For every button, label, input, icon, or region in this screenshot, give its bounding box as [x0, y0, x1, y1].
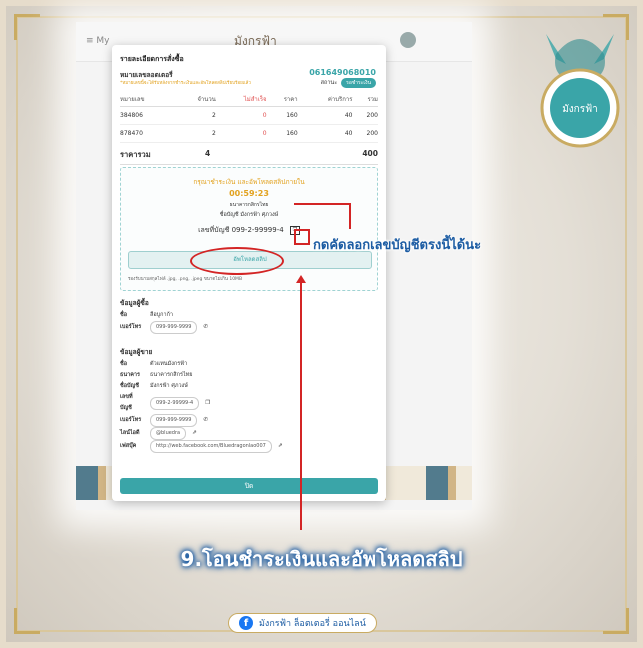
seller-name-label: ชื่อ — [120, 361, 128, 367]
account-name-label: ชื่อบัญชี — [219, 212, 239, 218]
account-number-label: เลขที่บัญชี — [198, 226, 230, 234]
buyer-section: ข้อมูลผู้ซื้อ ชื่อ ลือบูกาก้า เบอร์โทร 099… — [120, 298, 208, 334]
account-name: ชื่อบัญชี มังกรฟ้า ศุภวงษ์ — [121, 211, 377, 219]
order-table: หมายเลข จำนวน ไม่สำเร็จ ราคา ค่าบริการ ร… — [120, 92, 378, 143]
buyer-phone-label: เบอร์โทร — [120, 324, 142, 330]
countdown-timer: 00:59:23 — [229, 189, 269, 198]
col-total: รวม — [352, 92, 378, 107]
cell-failed: 0 — [215, 106, 267, 125]
col-failed: ไม่สำเร็จ — [215, 92, 267, 107]
account-number-value: 099-2-99999-4 — [231, 226, 284, 234]
cell-total: 200 — [352, 124, 378, 143]
seller-fb: http://web.facebook.com/Bluedragonlao007 — [150, 440, 272, 453]
seller-acno: 099-2-99999-4 — [150, 396, 200, 410]
footer-badge: f มังกรฟ้า ล็อตเตอรี่ ออนไลน์ — [228, 613, 377, 633]
step-caption: 9.โอนชำระเงินและอัพโหลดสลิป — [180, 547, 463, 571]
corner-ornament — [14, 14, 40, 40]
avatar[interactable] — [400, 32, 416, 48]
seller-phone-label: เบอร์โทร — [120, 417, 142, 423]
cell-fee: 40 — [297, 106, 353, 125]
close-button[interactable]: ปิด — [120, 478, 378, 494]
annotation-line — [349, 203, 351, 229]
col-price: ราคา — [266, 92, 298, 107]
order-number: 061649068010 — [309, 68, 376, 77]
seller-fb-label: เฟสบุ๊ค — [120, 443, 137, 449]
seller-line: @bluedra — [150, 427, 187, 440]
dragon-logo: มังกรฟ้า — [540, 34, 620, 148]
phone-icon[interactable]: ✆ — [203, 322, 208, 333]
buyer-name: ลือบูกาก้า — [150, 312, 174, 318]
copy-hint-callout: กดคัดลอกเลขบัญชีตรงนี้ได้นะ — [313, 238, 482, 253]
col-fee: ค่าบริการ — [297, 92, 353, 107]
seller-bank: ธนาคารกสิกรไทย — [150, 372, 193, 378]
total-row: ราคารวม 4 400 — [120, 149, 378, 165]
upload-highlight-ellipse — [190, 247, 284, 275]
cell-total: 200 — [352, 106, 378, 125]
total-label: ราคารวม — [120, 150, 151, 159]
order-status: สถานะ รอชำระเงิน — [321, 78, 376, 88]
table-row: 878470 2 0 160 40 200 — [120, 124, 378, 143]
status-badge: รอชำระเงิน — [341, 78, 376, 88]
total-amount: 400 — [362, 149, 378, 158]
corner-ornament — [603, 608, 629, 634]
payment-heading: กรุณาชำระเงิน และอัพโหลดสลิปภายใน — [193, 178, 305, 186]
buyer-name-label: ชื่อ — [120, 312, 128, 318]
link-icon[interactable]: ⇗ — [278, 441, 283, 452]
number-note: *หมายเลขนี้จะได้รับหลังจากชำระเงินและอัพ… — [120, 81, 251, 86]
annotation-arrow — [300, 278, 302, 530]
col-qty: จำนวน — [174, 92, 216, 107]
upload-support-text: รองรับนามสกุลไฟล์ .jpg, .png, .jpeg ขนาด… — [128, 277, 243, 282]
logo-text: มังกรฟ้า — [562, 103, 598, 115]
seller-line-label: ไลน์ไอดี — [120, 430, 140, 436]
corner-ornament — [14, 608, 40, 634]
seller-bank-label: ธนาคาร — [120, 372, 140, 378]
annotation-line — [294, 203, 350, 205]
buyer-heading: ข้อมูลผู้ซื้อ — [120, 299, 149, 307]
col-number: หมายเลข — [120, 92, 175, 107]
account-name-value: มังกรฟ้า ศุภวงษ์ — [240, 212, 279, 218]
copy-icon[interactable]: ❐ — [205, 398, 210, 409]
phone-icon[interactable]: ✆ — [203, 415, 208, 426]
copy-highlight-box — [294, 229, 310, 245]
status-label: สถานะ — [320, 80, 338, 86]
total-qty: 4 — [205, 149, 211, 158]
facebook-icon: f — [239, 616, 253, 630]
seller-heading: ข้อมูลผู้ขาย — [120, 348, 153, 356]
modal-title: รายละเอียดการสั่งซื้อ — [120, 55, 184, 63]
buyer-phone: 099-999-9999 — [150, 321, 198, 334]
cell-fee: 40 — [297, 124, 353, 143]
seller-phone: 099-999-9999 — [150, 414, 198, 427]
seller-account-label: ชื่อบัญชี — [120, 383, 139, 389]
footer-text: มังกรฟ้า ล็อตเตอรี่ ออนไลน์ — [259, 619, 366, 629]
cell-price: 160 — [266, 106, 298, 125]
seller-acno-label: เลขที่บัญชี — [120, 394, 133, 411]
table-row: 384806 2 0 160 40 200 — [120, 106, 378, 125]
cell-qty: 2 — [174, 106, 216, 125]
cell-qty: 2 — [174, 124, 216, 143]
menu-button[interactable]: ≡ My — [86, 36, 110, 46]
cell-number: 878470 — [120, 124, 175, 143]
seller-account: มังกรฟ้า ศุภวงษ์ — [150, 383, 188, 389]
seller-section: ข้อมูลผู้ขาย ชื่อ ตัวแทนมังกรฟ้า ธนาคาร ธน… — [120, 347, 282, 453]
seller-name: ตัวแทนมังกรฟ้า — [150, 361, 188, 367]
cell-price: 160 — [266, 124, 298, 143]
cell-number: 384806 — [120, 106, 175, 125]
link-icon[interactable]: ⇗ — [192, 428, 197, 439]
cell-failed: 0 — [215, 124, 267, 143]
arrow-head-icon — [296, 275, 306, 283]
